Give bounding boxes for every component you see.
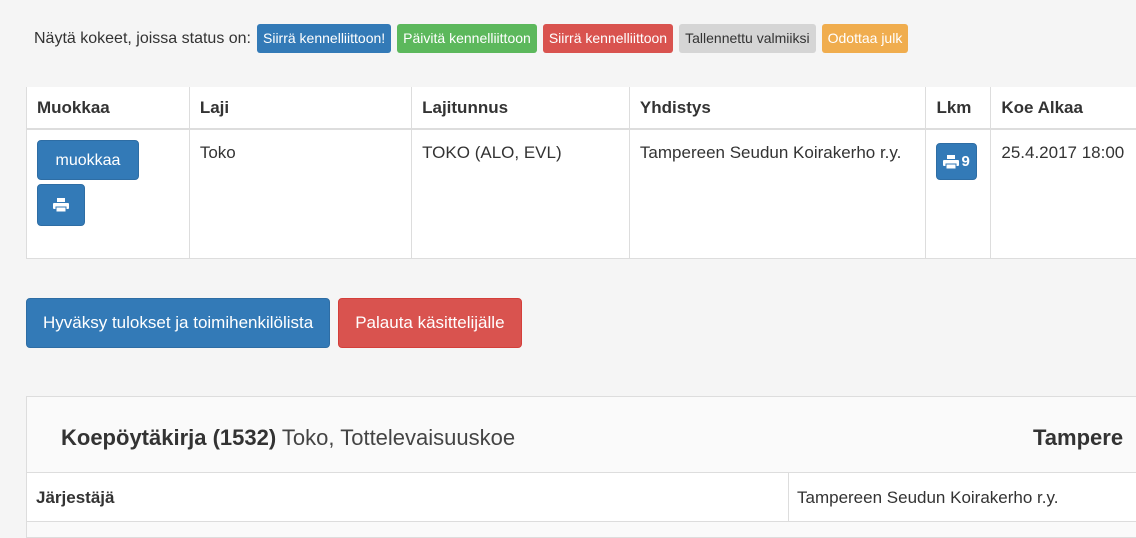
printer-icon bbox=[943, 155, 959, 169]
action-buttons: Hyväksy tulokset ja toimihenkilölista Pa… bbox=[26, 298, 522, 348]
info-divider bbox=[788, 473, 789, 521]
panel-title-light: Toko, Tottelevaisuuskoe bbox=[282, 425, 515, 450]
print-button[interactable] bbox=[37, 184, 85, 226]
status-filter-label: Näytä kokeet, joissa status on: bbox=[34, 30, 251, 48]
col-header-koe-alkaa: Koe Alkaa bbox=[991, 87, 1136, 129]
cell-laji: Toko bbox=[189, 129, 411, 258]
info-value: Tampereen Seudun Koirakerho r.y. bbox=[797, 488, 1058, 508]
cell-lajitunnus: TOKO (ALO, EVL) bbox=[412, 129, 630, 258]
status-badge-transfer-urgent[interactable]: Siirrä kennelliittoon! bbox=[257, 24, 391, 53]
col-header-laji: Laji bbox=[189, 87, 411, 129]
panel-location: Tampere bbox=[1033, 425, 1123, 451]
panel-title-strong: Koepöytäkirja (1532) bbox=[61, 425, 276, 450]
cell-koe-alkaa: 25.4.2017 18:00 bbox=[991, 129, 1136, 258]
col-header-edit: Muokkaa bbox=[27, 87, 190, 129]
status-filter-bar: Näytä kokeet, joissa status on: Siirrä k… bbox=[34, 24, 914, 53]
trial-record-panel: Koepöytäkirja (1532) Toko, Tottelevaisuu… bbox=[26, 396, 1136, 538]
cell-yhdistys: Tampereen Seudun Koirakerho r.y. bbox=[629, 129, 926, 258]
approve-results-button[interactable]: Hyväksy tulokset ja toimihenkilölista bbox=[26, 298, 330, 348]
col-header-yhdistys: Yhdistys bbox=[629, 87, 926, 129]
participants-print-button[interactable]: 9 bbox=[936, 143, 976, 180]
status-badge-update[interactable]: Päivitä kennelliittoon bbox=[397, 24, 537, 53]
trials-table: Muokkaa Laji Lajitunnus Yhdistys Lkm Koe… bbox=[26, 87, 1136, 259]
table-header-row: Muokkaa Laji Lajitunnus Yhdistys Lkm Koe… bbox=[27, 87, 1136, 129]
col-header-lajitunnus: Lajitunnus bbox=[412, 87, 630, 129]
col-header-lkm: Lkm bbox=[926, 87, 991, 129]
panel-title: Koepöytäkirja (1532) Toko, Tottelevaisuu… bbox=[61, 425, 515, 451]
edit-button[interactable]: muokkaa bbox=[37, 140, 139, 180]
status-badge-transfer[interactable]: Siirrä kennelliittoon bbox=[543, 24, 673, 53]
info-label: Järjestäjä bbox=[36, 488, 114, 508]
status-badge-awaiting[interactable]: Odottaa julk bbox=[822, 24, 909, 53]
return-to-handler-button[interactable]: Palauta käsittelijälle bbox=[338, 298, 521, 348]
participants-count: 9 bbox=[961, 147, 969, 176]
status-badge-saved[interactable]: Tallennettu valmiiksi bbox=[679, 24, 816, 53]
info-row-organizer: Järjestäjä Tampereen Seudun Koirakerho r… bbox=[27, 472, 1136, 522]
printer-icon bbox=[53, 198, 69, 212]
cell-lkm: 9 bbox=[926, 129, 991, 258]
cell-edit: muokkaa bbox=[27, 129, 190, 258]
table-row: muokkaa Toko TOKO (ALO, EVL) Tampereen S… bbox=[27, 129, 1136, 258]
